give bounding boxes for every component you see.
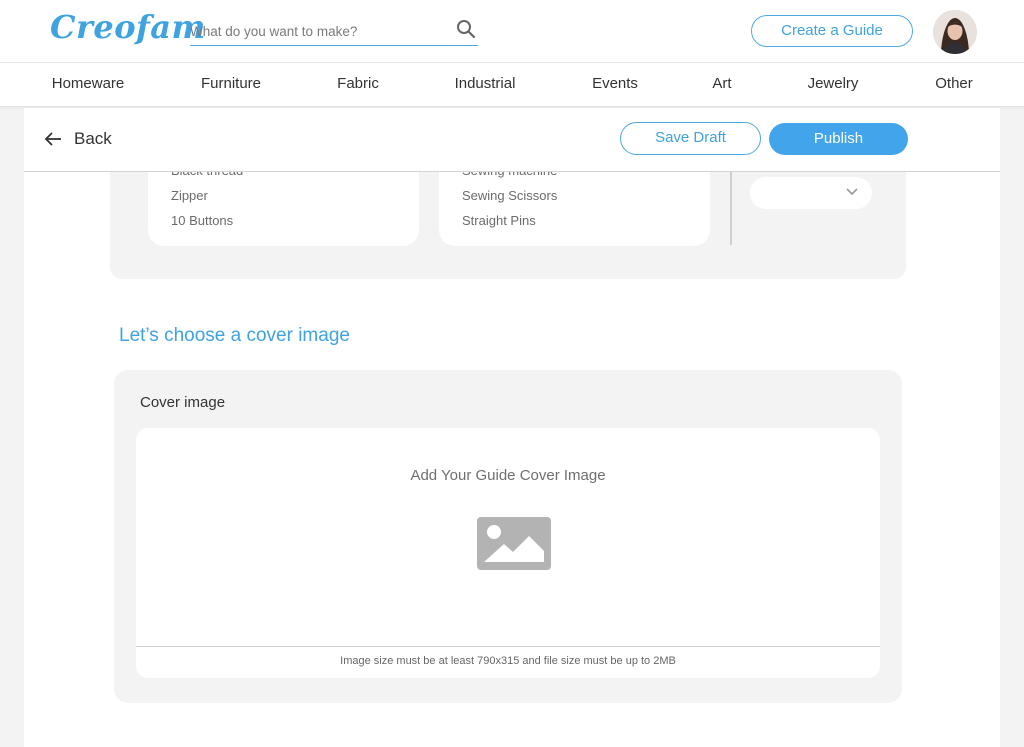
- material-item: 10 Buttons: [171, 213, 234, 228]
- category-jewelry[interactable]: Jewelry: [808, 75, 859, 92]
- category-other[interactable]: Other: [935, 75, 973, 92]
- logo[interactable]: Creofam: [50, 8, 206, 46]
- image-size-note: Image size must be at least 790x315 and …: [340, 655, 676, 667]
- search-input[interactable]: [190, 20, 440, 42]
- search-icon[interactable]: [456, 19, 476, 39]
- category-industrial[interactable]: Industrial: [455, 75, 516, 92]
- top-header: Creofam Create a Guide: [0, 0, 1024, 63]
- material-item: Zipper: [171, 188, 208, 203]
- search-bar: [190, 16, 478, 46]
- category-nav: Homeware Furniture Fabric Industrial Eve…: [0, 63, 1024, 107]
- publish-button[interactable]: Publish: [769, 123, 908, 155]
- tool-item: Straight Pins: [462, 213, 536, 228]
- create-guide-button[interactable]: Create a Guide: [751, 15, 913, 47]
- back-label: Back: [74, 129, 112, 148]
- chevron-down-icon: [846, 188, 858, 196]
- user-avatar[interactable]: [933, 10, 977, 54]
- guide-editor-panel: Back Save Draft Publish Black thread Zip…: [24, 108, 1000, 747]
- back-button[interactable]: Back: [44, 128, 112, 150]
- cover-section-title: Let’s choose a cover image: [119, 325, 350, 346]
- category-events[interactable]: Events: [592, 75, 638, 92]
- dropzone-title: Add Your Guide Cover Image: [410, 467, 606, 484]
- cover-image-card: Cover image Add Your Guide Cover Image I…: [114, 370, 902, 703]
- dropdown-select[interactable]: [750, 177, 872, 209]
- category-homeware[interactable]: Homeware: [52, 75, 125, 92]
- arrow-left-icon: [44, 132, 61, 146]
- cover-image-dropzone[interactable]: Add Your Guide Cover Image Image size mu…: [136, 428, 880, 678]
- cover-image-label: Cover image: [140, 394, 226, 411]
- editor-action-bar: Back Save Draft Publish: [24, 108, 1000, 172]
- category-art[interactable]: Art: [712, 75, 731, 92]
- save-draft-button[interactable]: Save Draft: [620, 122, 761, 155]
- category-fabric[interactable]: Fabric: [337, 75, 379, 92]
- category-furniture[interactable]: Furniture: [201, 75, 261, 92]
- image-placeholder-icon: [477, 517, 551, 575]
- dropzone-divider: [136, 646, 880, 647]
- tool-item: Sewing Scissors: [462, 188, 558, 203]
